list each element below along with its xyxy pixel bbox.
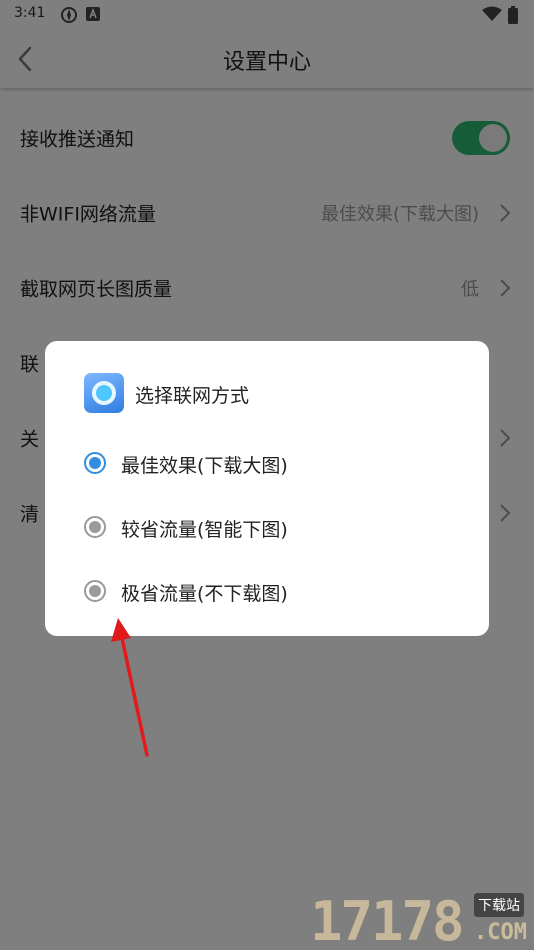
- radio-button[interactable]: [84, 516, 106, 538]
- option-label: 极省流量(不下载图): [121, 583, 288, 605]
- option-label: 最佳效果(下载大图): [121, 455, 288, 477]
- watermark-number: 17178: [310, 890, 465, 950]
- option-save-data[interactable]: 较省流量(智能下图): [84, 507, 464, 547]
- network-mode-dialog: 选择联网方式 最佳效果(下载大图) 较省流量(智能下图) 极省流量(不下载图): [45, 341, 489, 636]
- dialog-title: 选择联网方式: [135, 385, 250, 407]
- watermark-domain: .COM: [474, 920, 527, 945]
- radio-button[interactable]: [84, 452, 106, 474]
- option-label: 较省流量(智能下图): [121, 519, 288, 541]
- annotation-arrow-icon: [111, 618, 149, 757]
- radio-button[interactable]: [84, 580, 106, 602]
- watermark-tag: 下载站: [474, 893, 524, 917]
- option-best-quality[interactable]: 最佳效果(下载大图): [84, 443, 464, 483]
- app-logo-icon: [84, 373, 124, 413]
- watermark-logo: 17178 下载站 .COM: [310, 890, 534, 950]
- option-max-save-data[interactable]: 极省流量(不下载图): [84, 571, 464, 611]
